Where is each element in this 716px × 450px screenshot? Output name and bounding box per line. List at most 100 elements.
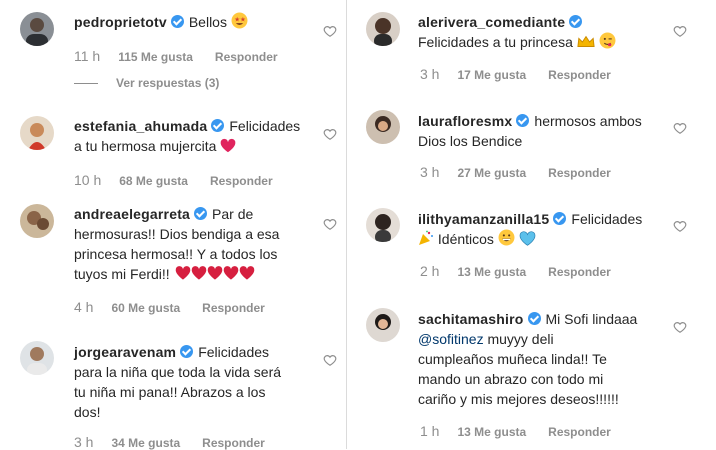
comment-meta: 3 h 17 Me gusta Responder xyxy=(420,66,611,82)
verified-badge-icon xyxy=(180,345,194,358)
view-replies-button[interactable]: Ver respuestas (3) xyxy=(74,76,219,90)
like-heart-icon[interactable] xyxy=(323,353,337,367)
reply-button[interactable]: Responder xyxy=(548,68,611,82)
avatar[interactable] xyxy=(366,208,400,242)
column-divider xyxy=(346,0,347,449)
comment-username[interactable]: estefania_ahumada xyxy=(74,118,207,134)
like-heart-icon[interactable] xyxy=(673,219,687,233)
comment-body: tuyos mi Ferdi!! xyxy=(74,266,170,282)
comment-time[interactable]: 10 h xyxy=(74,172,101,188)
comment-body: cariño y mis mejores deseos!!!!!! xyxy=(418,391,619,407)
comment-meta: 3 h 34 Me gusta Responder xyxy=(74,434,265,450)
comment-meta: 1 h 13 Me gusta Responder xyxy=(420,423,611,439)
comment-meta: 10 h 68 Me gusta Responder xyxy=(74,172,273,188)
comment-body: princesa hermosa!! Y a todos los xyxy=(74,246,278,262)
comment-body: muyyy deli xyxy=(487,331,554,347)
comment-body: tu niña mi pana!! Abrazos a los xyxy=(74,384,266,400)
reply-button[interactable]: Responder xyxy=(548,166,611,180)
red-heart-emoji-icon xyxy=(220,138,236,158)
avatar[interactable] xyxy=(366,308,400,342)
comment-time[interactable]: 3 h xyxy=(420,164,439,180)
comment-body: mando un abrazo con todo mi xyxy=(418,371,604,387)
party-popper-emoji-icon xyxy=(418,230,434,251)
comment-likes[interactable]: 115 Me gusta xyxy=(118,50,193,64)
comment-text: estefania_ahumada Felicidades a tu hermos… xyxy=(74,116,314,158)
comment-body: hermosos ambos xyxy=(534,113,642,129)
comment-body: Idénticos xyxy=(437,231,494,247)
comment-username[interactable]: ilithyamanzanilla15 xyxy=(418,211,549,227)
comment-body: para la niña que toda la vida será xyxy=(74,364,282,380)
avatar[interactable] xyxy=(366,110,400,144)
crown-emoji-icon xyxy=(577,34,595,54)
comment-time[interactable]: 2 h xyxy=(420,263,439,279)
avatar[interactable] xyxy=(20,12,54,46)
comment-username[interactable]: laurafloresmx xyxy=(418,113,512,129)
comment-likes[interactable]: 60 Me gusta xyxy=(111,301,180,315)
verified-badge-icon xyxy=(194,207,208,220)
avatar[interactable] xyxy=(20,204,54,238)
comment-body: Mi Sofi lindaaa xyxy=(545,311,638,327)
like-heart-icon[interactable] xyxy=(323,217,337,231)
reply-button[interactable]: Responder xyxy=(202,436,265,450)
comment-body: Dios los Bendice xyxy=(418,133,523,149)
comment-body: Bellos xyxy=(188,14,227,30)
comment-time[interactable]: 3 h xyxy=(74,434,93,450)
comment-meta: 4 h 60 Me gusta Responder xyxy=(74,299,265,315)
avatar[interactable] xyxy=(20,341,54,375)
verified-badge-icon xyxy=(569,15,583,28)
reply-button[interactable]: Responder xyxy=(548,425,611,439)
comment-meta: 2 h 13 Me gusta Responder xyxy=(420,263,611,279)
reply-button[interactable]: Responder xyxy=(210,174,273,188)
svg-text:★: ★ xyxy=(240,17,246,24)
verified-badge-icon xyxy=(516,114,530,127)
comment-text: laurafloresmx hermosos ambos Dios los Ben… xyxy=(418,111,698,151)
comment-body: a tu hermosa mujercita xyxy=(74,138,217,154)
replies-line xyxy=(74,83,98,85)
comment-username[interactable]: pedroprietotv xyxy=(74,14,167,30)
comment-username[interactable]: sachitamashiro xyxy=(418,311,524,327)
comment-text: jorgearavenam Felicidades para la niña qu… xyxy=(74,342,324,422)
avatar[interactable] xyxy=(366,12,400,46)
comment-likes[interactable]: 34 Me gusta xyxy=(111,436,180,450)
comment-username[interactable]: jorgearavenam xyxy=(74,344,176,360)
comment-body: cumpleaños muñeca linda!! Te xyxy=(418,351,607,367)
like-heart-icon[interactable] xyxy=(323,127,337,141)
comment-likes[interactable]: 13 Me gusta xyxy=(457,265,526,279)
comment-username[interactable]: andreaelegarreta xyxy=(74,206,190,222)
reply-button[interactable]: Responder xyxy=(215,50,278,64)
comment-text: sachitamashiro Mi Sofi lindaaa @sofitinez… xyxy=(418,309,708,409)
verified-badge-icon xyxy=(211,119,225,132)
comment-likes[interactable]: 13 Me gusta xyxy=(457,425,526,439)
comment-likes[interactable]: 17 Me gusta xyxy=(457,68,526,82)
comment-time[interactable]: 4 h xyxy=(74,299,93,315)
like-heart-icon[interactable] xyxy=(323,24,337,38)
svg-text:★: ★ xyxy=(234,17,240,24)
comment-username[interactable]: alerivera_comediante xyxy=(418,14,565,30)
comment-time[interactable]: 11 h xyxy=(74,48,100,64)
comment-body: Par de xyxy=(212,206,254,222)
reply-button[interactable]: Responder xyxy=(548,265,611,279)
blue-heart-emoji-icon xyxy=(519,231,536,251)
reply-button[interactable]: Responder xyxy=(202,301,265,315)
like-heart-icon[interactable] xyxy=(673,24,687,38)
comment-body: Felicidades xyxy=(229,118,301,134)
comment-body: dos! xyxy=(74,404,101,420)
comment-text: ilithyamanzanilla15 Felicidades Idénticos xyxy=(418,209,698,251)
like-heart-icon[interactable] xyxy=(673,121,687,135)
grinning-face-emoji-icon xyxy=(498,229,515,251)
mention-link[interactable]: @sofitinez xyxy=(418,331,484,347)
face-savoring-food-emoji-icon xyxy=(599,32,616,54)
comment-time[interactable]: 3 h xyxy=(420,66,439,82)
comment-body: hermosuras!! Dios bendiga a esa xyxy=(74,226,280,242)
comment-meta: 11 h 115 Me gusta Responder xyxy=(74,48,278,64)
growing-heart-emoji-icon xyxy=(174,265,256,286)
comment-text: pedroprietotv Bellos ★ ★ xyxy=(74,12,314,34)
verified-badge-icon xyxy=(527,312,541,325)
comment-time[interactable]: 1 h xyxy=(420,423,439,439)
comment-likes[interactable]: 27 Me gusta xyxy=(457,166,526,180)
like-heart-icon[interactable] xyxy=(673,320,687,334)
comment-body: Felicidades a tu princesa xyxy=(418,34,573,50)
avatar[interactable] xyxy=(20,116,54,150)
comment-likes[interactable]: 68 Me gusta xyxy=(119,174,188,188)
comment-meta: 3 h 27 Me gusta Responder xyxy=(420,164,611,180)
